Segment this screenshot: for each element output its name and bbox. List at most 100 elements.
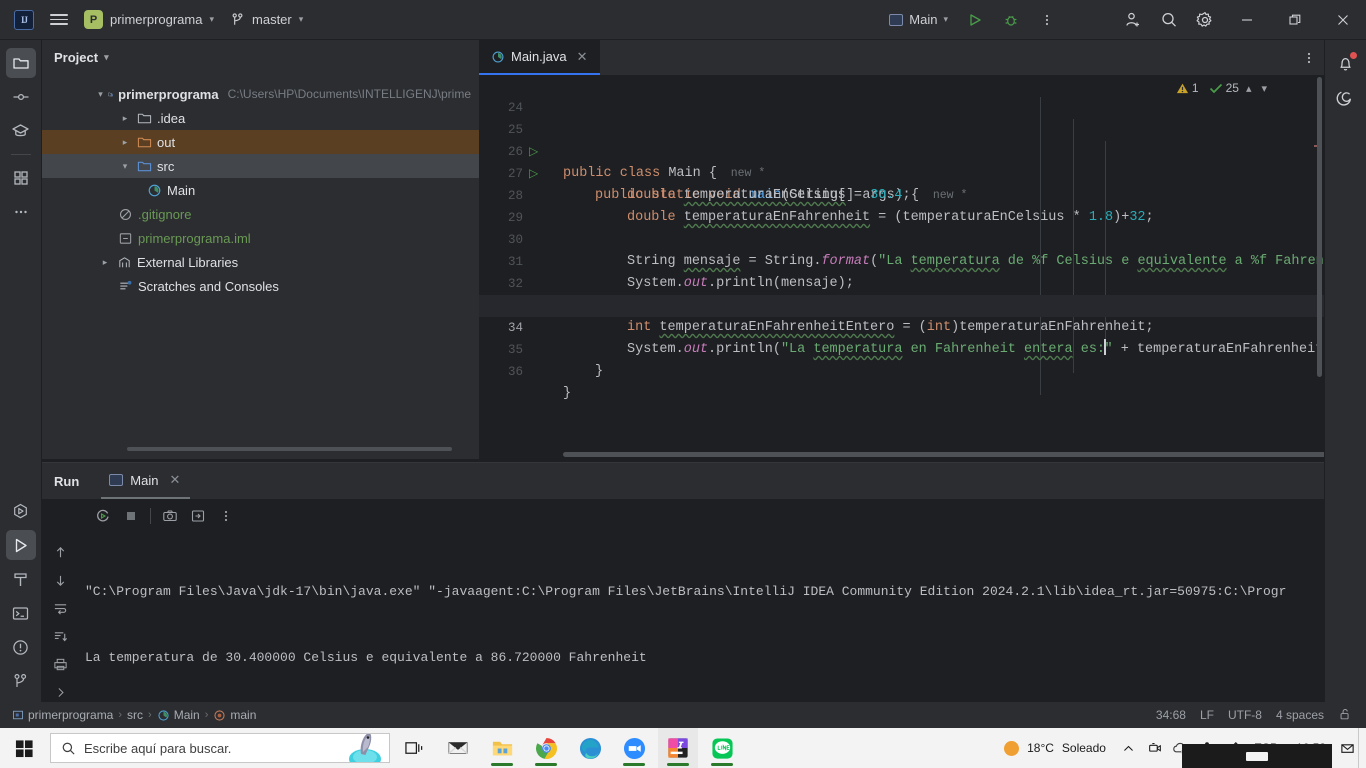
breadcrumb-item-main-class[interactable]: Main [157,708,200,722]
tree-node-out[interactable]: ▸ out [42,130,479,154]
code-line[interactable]: 29 [479,185,1324,225]
chevron-right-icon[interactable]: ▸ [98,257,112,268]
sidebar-item-more-tool-windows[interactable] [6,197,36,227]
tree-node-main-class[interactable]: Main [42,178,479,202]
indent-setting[interactable]: 4 spaces [1276,708,1324,722]
code-line[interactable]: 35 } [479,317,1324,379]
tree-node-scratches[interactable]: Scratches and Consoles [42,274,479,298]
sidebar-item-commit[interactable] [6,82,36,112]
taskbar-edge[interactable] [570,728,610,768]
unlocked-icon[interactable] [1338,707,1352,724]
code-line[interactable]: 33 int temperaturaEnFahrenheitEntero = (… [479,273,1324,335]
taskbar-chrome[interactable] [526,728,566,768]
soft-wrap-button[interactable] [48,595,74,621]
chevron-right-icon[interactable]: ▸ [118,113,132,124]
export-button[interactable] [185,503,211,529]
tree-node-external-libraries[interactable]: ▸ External Libraries [42,250,479,274]
show-desktop-button[interactable] [1358,728,1366,768]
maximize-button[interactable] [1272,0,1318,40]
code-editor[interactable]: 1 25 ▴ ▾ 24 25 ▷ public class Main {new… [479,75,1324,459]
breadcrumb-item-module[interactable]: primerprograma [12,708,113,722]
sidebar-item-services[interactable] [6,496,36,526]
settings-button[interactable] [1188,5,1222,35]
code-line[interactable]: 27 double temperaturaEnCelsius = 30.4; [479,141,1324,203]
main-menu-button[interactable] [42,5,76,35]
line-separator[interactable]: LF [1200,708,1214,722]
chevron-down-icon[interactable]: ▾ [1258,82,1270,95]
tray-notifications[interactable] [1336,728,1358,768]
run-configuration-selector[interactable]: Main ▾ [881,6,956,34]
rerun-button[interactable] [90,503,116,529]
breadcrumb-item-src[interactable]: src [127,708,143,722]
tree-node-gitignore[interactable]: .gitignore [42,202,479,226]
chevron-right-icon[interactable]: ▸ [118,137,132,148]
code-line[interactable]: 32 [479,251,1324,291]
run-tab-main[interactable]: Main ✕ [101,463,191,499]
sidebar-item-build[interactable] [6,564,36,594]
editor-horizontal-scrollbar[interactable] [563,452,1324,457]
ok-count-indicator[interactable]: 25 [1209,81,1239,95]
tray-overflow-button[interactable] [1116,728,1142,768]
code-line[interactable]: 26 ▷ public static void main(String[] ar… [479,119,1324,203]
caret-position[interactable]: 34:68 [1156,708,1186,722]
sidebar-item-problems[interactable] [6,632,36,662]
taskbar-intellij-idea[interactable] [658,728,698,768]
scroll-up-button[interactable] [48,539,74,565]
taskbar-line[interactable] [702,728,742,768]
search-input[interactable]: Escribe aquí para buscar. [50,733,390,763]
code-line[interactable]: 30 String mensaje = String.format("La te… [479,207,1324,269]
ide-logo-button[interactable]: IJ [6,5,42,35]
close-window-button[interactable] [1320,0,1366,40]
tab-main-java[interactable]: Main.java ✕ [479,40,600,75]
code-line[interactable]: 36 } [479,339,1324,401]
stop-button[interactable] [118,503,144,529]
code-line-current[interactable]: 34 System.out.println("La temperatura en… [479,295,1324,357]
screenshot-button[interactable] [157,503,183,529]
debug-button[interactable] [994,5,1028,35]
tree-node-iml[interactable]: primerprograma.iml [42,226,479,250]
weather-widget[interactable]: 18°C Soleado [994,728,1116,768]
scroll-to-end-button[interactable] [48,623,74,649]
tree-node-idea[interactable]: ▸ .idea [42,106,479,130]
tray-camera-privacy[interactable] [1142,728,1168,768]
breadcrumb-item-main-method[interactable]: main [213,708,256,722]
tree-node-primerprograma[interactable]: ▾ primerprograma C:\Users\HP\Documents\I… [42,82,479,106]
code-line[interactable]: 25 ▷ public class Main { new * [479,97,1324,181]
project-panel-header[interactable]: Project ▾ [42,40,479,74]
sidebar-item-run[interactable] [5,530,36,560]
start-button[interactable] [0,728,48,768]
warning-count-indicator[interactable]: 1 [1176,81,1199,95]
account-button[interactable] [1116,5,1150,35]
tree-node-src[interactable]: ▾ src [42,154,479,178]
editor-vertical-scrollbar[interactable] [1317,77,1322,377]
chevron-up-icon[interactable]: ▴ [1243,82,1255,95]
project-selector[interactable]: P primerprograma ▾ [76,5,222,35]
taskbar-mail[interactable] [438,728,478,768]
ai-assistant-button[interactable] [1331,82,1361,112]
scroll-down-button[interactable] [48,567,74,593]
search-everywhere-button[interactable] [1152,5,1186,35]
cortana-dolphin-icon[interactable] [345,733,385,763]
sidebar-item-learn[interactable] [6,116,36,146]
more-actions-button[interactable] [1030,5,1064,35]
print-button[interactable] [48,651,74,677]
taskbar-zoom[interactable] [614,728,654,768]
editor-options-button[interactable] [1294,40,1324,75]
sidebar-item-project[interactable] [5,48,36,78]
notifications-button[interactable] [1331,48,1361,78]
minimize-button[interactable] [1224,0,1270,40]
console-more-button[interactable] [213,503,239,529]
sidebar-item-version-control[interactable] [6,666,36,696]
close-icon[interactable]: ✕ [575,49,590,65]
code-line[interactable]: 28 double temperaturaEnFahrenheit = (tem… [479,163,1324,225]
run-button[interactable] [958,5,992,35]
sidebar-item-terminal[interactable] [6,598,36,628]
code-line[interactable]: 31 System.out.println(mensaje); [479,229,1324,291]
taskbar-task-view[interactable] [394,728,434,768]
close-icon[interactable]: ✕ [167,472,182,488]
taskbar-file-explorer[interactable] [482,728,522,768]
sidebar-item-plugins[interactable] [6,163,36,193]
chevron-down-icon[interactable]: ▾ [118,161,132,172]
file-encoding[interactable]: UTF-8 [1228,708,1262,722]
chevron-down-icon[interactable]: ▾ [98,89,103,100]
